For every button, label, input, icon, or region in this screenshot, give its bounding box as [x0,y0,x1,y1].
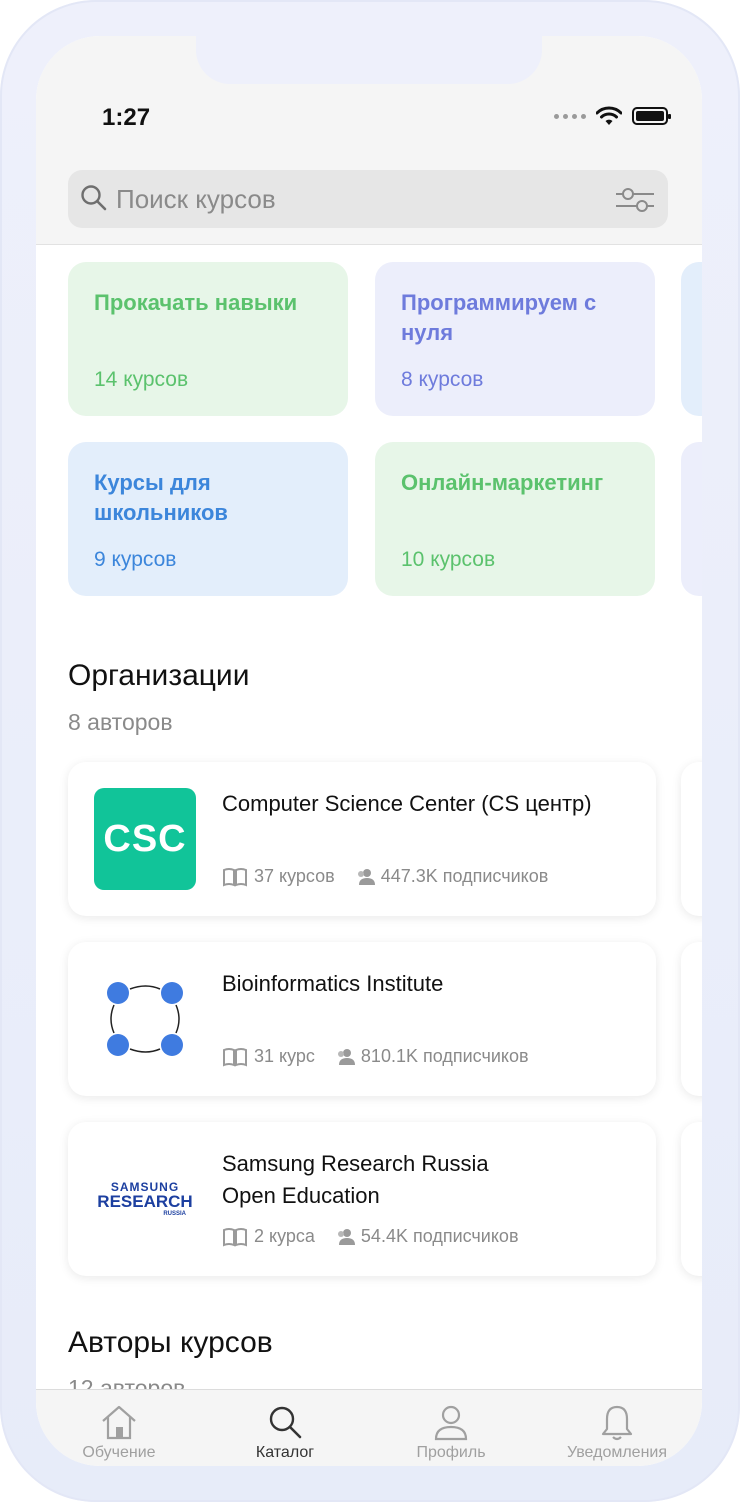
filter-icon[interactable] [614,186,656,214]
users-icon [337,1048,355,1065]
tab-learning[interactable]: Обучение [39,1390,199,1466]
category-count: 8 курсов [401,368,484,391]
tab-notifications[interactable]: Уведомления [537,1390,697,1466]
category-count: 14 курсов [94,368,189,391]
home-icon [102,1405,136,1440]
device-notch [196,36,542,84]
category-card-programming[interactable]: Программируем с нуля 8 курсов [375,262,655,416]
category-card-partial[interactable] [681,262,702,416]
users-icon [357,868,375,885]
org-card-partial[interactable] [681,762,702,916]
category-title: Курсы для школьников [94,470,228,525]
org-courses: 37 курсов [254,866,335,886]
catalog-content: Прокачать навыки 14 курсов Программируем… [36,245,702,1389]
users-icon [337,1228,355,1245]
category-title: Прокачать навыки [94,290,298,315]
search-icon [269,1406,302,1439]
category-card-partial[interactable] [681,442,702,596]
org-meta: 37 курсов 447.3K подписчиков [222,866,568,887]
book-icon [223,1047,247,1066]
battery-icon [632,107,671,125]
org-subscribers: 447.3K подписчиков [380,866,549,886]
book-icon [223,867,247,886]
org-subscribers: 810.1K подписчиков [360,1046,529,1066]
org-name: Computer Science Center (CS центр) [222,791,592,816]
cellular-signal-icon [554,113,586,119]
book-icon [223,1227,247,1246]
tab-label: Обучение [82,1444,156,1461]
organizations-title: Организации [68,659,250,692]
samsung-research-logo: SAMSUNG RESEARCH RUSSIA [97,1179,193,1217]
category-card-marketing[interactable]: Онлайн-маркетинг 10 курсов [375,442,655,596]
authors-subtitle: 12 авторов [68,1375,186,1389]
authors-title: Авторы курсов [68,1326,273,1359]
bell-icon [601,1405,633,1441]
org-card-csc[interactable]: CSC Computer Science Center (CS центр) 3… [68,762,656,916]
csc-logo: CSC [94,788,196,890]
device-frame: 1:27 Поиск курсов Прокачать навыки 14 ку… [0,0,740,1502]
organizations-subtitle: 8 авторов [68,709,173,735]
org-meta: 31 курс 810.1K подписчиков [222,1046,549,1067]
org-name: Bioinformatics Institute [222,971,444,996]
category-title: Онлайн-маркетинг [401,470,604,495]
tab-label: Каталог [255,1444,315,1461]
org-courses: 2 курса [254,1226,315,1246]
org-courses: 31 курс [254,1046,315,1066]
tab-label: Уведомления [566,1444,668,1461]
tab-catalog[interactable]: Каталог [205,1390,365,1466]
status-time: 1:27 [102,104,151,131]
search-bar[interactable] [68,170,668,228]
search-input[interactable] [116,170,596,228]
wifi-icon [596,106,622,125]
org-meta: 2 курса 54.4K подписчиков [222,1226,539,1247]
tab-bar: Обучение Каталог Профиль Уведомления [36,1389,702,1466]
org-card-bioinformatics[interactable]: Bioinformatics Institute 31 курс 810.1K … [68,942,656,1096]
org-card-partial[interactable] [681,1122,702,1276]
category-card-schoolkids[interactable]: Курсы для школьников 9 курсов [68,442,348,596]
status-indicators [554,106,671,126]
screen: 1:27 Поиск курсов Прокачать навыки 14 ку… [36,36,702,1466]
category-title: Программируем с нуля [401,290,597,345]
org-subscribers: 54.4K подписчиков [360,1226,519,1246]
tab-label: Профиль [416,1444,486,1461]
org-card-samsung[interactable]: SAMSUNG RESEARCH RUSSIA Samsung Research… [68,1122,656,1276]
category-count: 9 курсов [94,548,177,571]
category-count: 10 курсов [401,548,496,571]
tab-profile[interactable]: Профиль [371,1390,531,1466]
bioinformatics-logo [107,982,183,1056]
org-name: Samsung Research Russia Open Education [222,1151,489,1208]
category-card-skills[interactable]: Прокачать навыки 14 курсов [68,262,348,416]
org-card-partial[interactable] [681,942,702,1096]
person-icon [434,1405,468,1441]
search-icon [81,185,107,211]
